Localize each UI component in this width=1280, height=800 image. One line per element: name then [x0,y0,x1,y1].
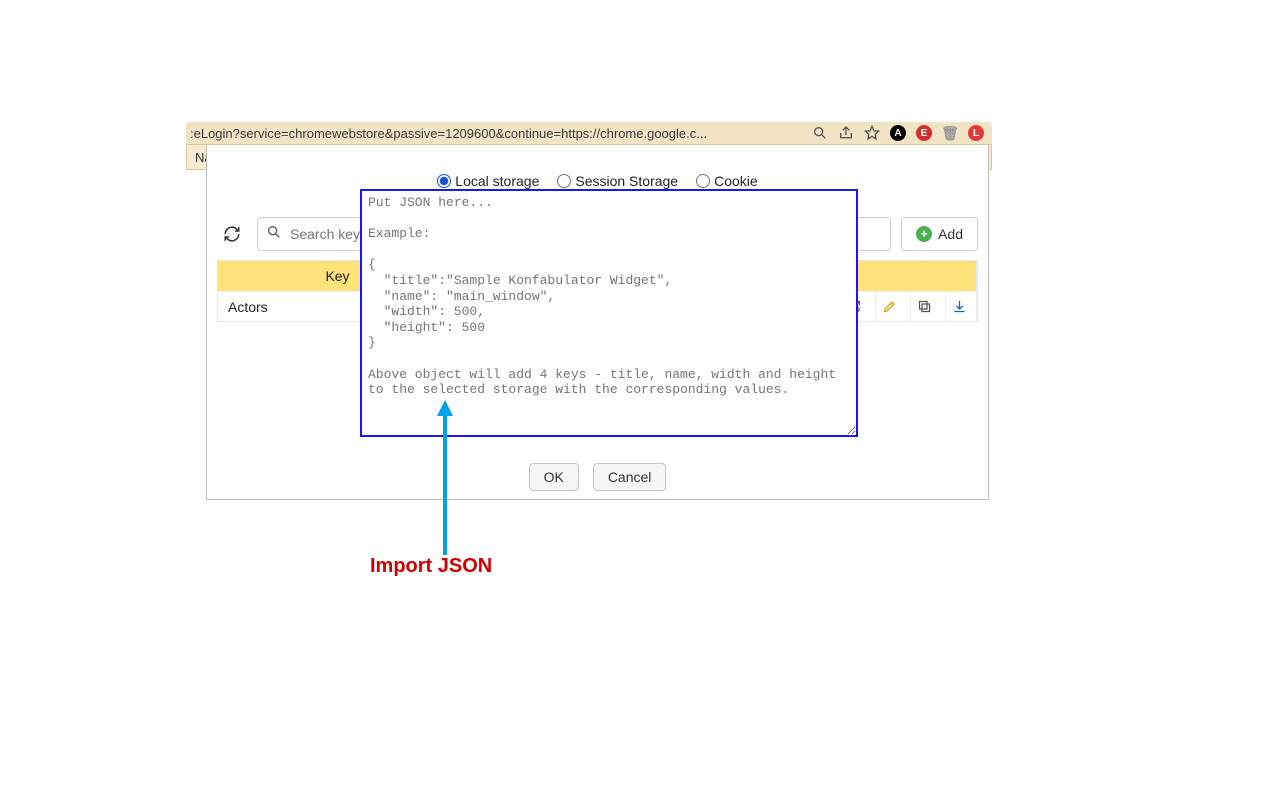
modal-buttons: OK Cancel [207,463,988,491]
refresh-icon[interactable] [217,219,247,249]
radio-cookie[interactable]: Cookie [696,173,758,189]
share-icon[interactable] [838,125,854,141]
extension-icon-clear[interactable]: 🗑 [942,125,958,141]
add-label: Add [938,226,963,242]
row-actions [837,292,977,321]
storage-type-radios: Local storage Session Storage Cookie [207,173,988,189]
edit-icon[interactable] [875,292,903,321]
download-icon[interactable] [945,292,973,321]
add-button[interactable]: + Add [901,217,978,251]
plus-icon: + [916,226,932,242]
radio-cookie-label: Cookie [714,173,758,189]
radio-local-label: Local storage [455,173,539,189]
ok-button[interactable]: OK [529,463,579,491]
extension-icon-e[interactable]: E [916,125,932,141]
extension-icon-l[interactable]: L [968,125,984,141]
url-fragment: :eLogin?service=chromewebstore&passive=1… [186,126,707,141]
col-actions [837,261,977,291]
radio-session-input[interactable] [557,174,571,188]
radio-local[interactable]: Local storage [437,173,539,189]
radio-cookie-input[interactable] [696,174,710,188]
star-icon[interactable] [864,125,880,141]
radio-session-label: Session Storage [575,173,678,189]
cancel-button[interactable]: Cancel [593,463,667,491]
search-icon [266,224,282,245]
annotation-label: Import JSON [370,555,492,578]
zoom-icon[interactable] [812,125,828,141]
copy-icon[interactable] [910,292,938,321]
extension-panel: + Add Key Actors [206,145,989,500]
radio-local-input[interactable] [437,174,451,188]
extension-icon-angular[interactable]: A [890,125,906,141]
browser-action-icons: A E 🗑 L [812,125,992,141]
radio-session[interactable]: Session Storage [557,173,678,189]
json-textarea[interactable] [360,189,858,437]
browser-address-strip: :eLogin?service=chromewebstore&passive=1… [186,122,992,144]
